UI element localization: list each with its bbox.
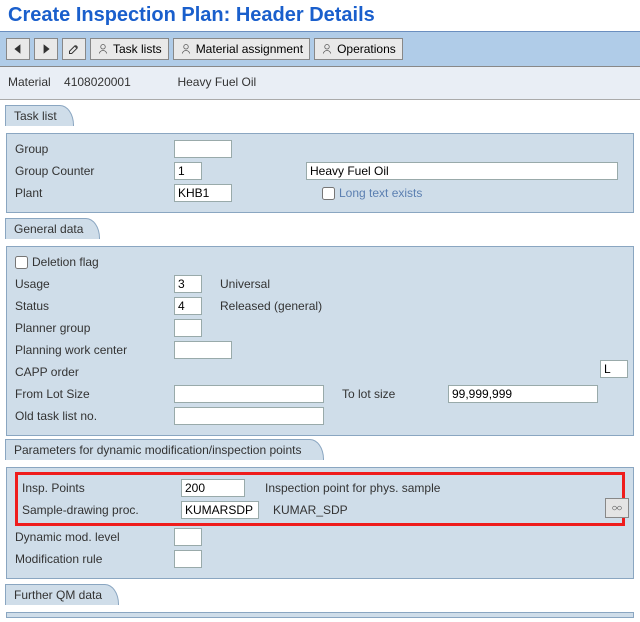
highlight-box: Insp. Points Inspection point for phys. … [15, 472, 625, 526]
usage-desc: Universal [220, 277, 270, 291]
group-counter-label: Group Counter [13, 164, 168, 178]
glasses-icon [612, 501, 622, 515]
material-assignment-label: Material assignment [196, 42, 303, 56]
planner-group-label: Planner group [13, 321, 168, 335]
plant-label: Plant [13, 186, 168, 200]
prev-button[interactable] [6, 38, 30, 60]
triangle-left-icon [12, 43, 24, 55]
insp-points-label: Insp. Points [20, 481, 175, 495]
sample-drawing-proc-desc: KUMAR_SDP [273, 503, 348, 517]
modification-rule-input[interactable] [174, 550, 202, 568]
usage-input[interactable] [174, 275, 202, 293]
status-input[interactable] [174, 297, 202, 315]
status-label: Status [13, 299, 168, 313]
material-assignment-button[interactable]: Material assignment [173, 38, 310, 60]
sample-drawing-proc-label: Sample-drawing proc. [20, 503, 175, 517]
material-code: 4108020001 [64, 75, 131, 89]
person-icon [97, 43, 109, 55]
plant-input[interactable] [174, 184, 232, 202]
params-tab: Parameters for dynamic modification/insp… [5, 439, 324, 460]
deletion-flag-wrap[interactable]: Deletion flag [13, 255, 99, 269]
from-lot-size-label: From Lot Size [13, 387, 168, 401]
deletion-flag-label: Deletion flag [32, 255, 99, 269]
general-data-tab: General data [5, 218, 100, 239]
lot-unit-input[interactable] [600, 360, 628, 378]
operations-label: Operations [337, 42, 396, 56]
modification-rule-label: Modification rule [13, 552, 168, 566]
material-desc: Heavy Fuel Oil [177, 75, 256, 89]
further-qm-panel [6, 612, 634, 618]
material-label: Material [8, 75, 51, 89]
details-button[interactable] [605, 498, 629, 518]
long-text-checkbox[interactable] [322, 187, 335, 200]
from-lot-size-input[interactable] [174, 385, 324, 403]
sample-drawing-proc-input[interactable] [181, 501, 259, 519]
edit-button[interactable] [62, 38, 86, 60]
group-counter-input[interactable] [174, 162, 202, 180]
status-desc: Released (general) [220, 299, 322, 313]
tasklist-tab: Task list [5, 105, 74, 126]
material-row: Material 4108020001 Heavy Fuel Oil [0, 67, 640, 100]
planning-work-center-input[interactable] [174, 341, 232, 359]
group-input[interactable] [174, 140, 232, 158]
capp-order-label: CAPP order [13, 365, 168, 379]
to-lot-size-input[interactable] [448, 385, 598, 403]
person-icon [321, 43, 333, 55]
pencil-icon [68, 43, 80, 55]
to-lot-size-label: To lot size [342, 387, 442, 401]
old-task-list-no-label: Old task list no. [13, 409, 168, 423]
long-text-label: Long text exists [339, 186, 422, 200]
toolbar: Task lists Material assignment Operation… [0, 32, 640, 67]
dynamic-mod-level-input[interactable] [174, 528, 202, 546]
operations-button[interactable]: Operations [314, 38, 403, 60]
deletion-flag-checkbox[interactable] [15, 256, 28, 269]
group-counter-desc-input[interactable] [306, 162, 618, 180]
page-title: Create Inspection Plan: Header Details [8, 4, 632, 27]
planning-work-center-label: Planning work center [13, 343, 168, 357]
task-lists-button[interactable]: Task lists [90, 38, 169, 60]
dynamic-mod-level-label: Dynamic mod. level [13, 530, 168, 544]
group-label: Group [13, 142, 168, 156]
next-button[interactable] [34, 38, 58, 60]
person-icon [180, 43, 192, 55]
long-text-checkbox-wrap[interactable]: Long text exists [322, 186, 422, 200]
tasklist-panel: Group Group Counter Plant Long text exis… [6, 133, 634, 213]
insp-points-input[interactable] [181, 479, 245, 497]
triangle-right-icon [40, 43, 52, 55]
usage-label: Usage [13, 277, 168, 291]
old-task-list-no-input[interactable] [174, 407, 324, 425]
task-lists-label: Task lists [113, 42, 162, 56]
params-panel: Insp. Points Inspection point for phys. … [6, 467, 634, 579]
general-data-panel: Deletion flag Usage Universal Status Rel… [6, 246, 634, 436]
insp-points-desc: Inspection point for phys. sample [265, 481, 440, 495]
planner-group-input[interactable] [174, 319, 202, 337]
